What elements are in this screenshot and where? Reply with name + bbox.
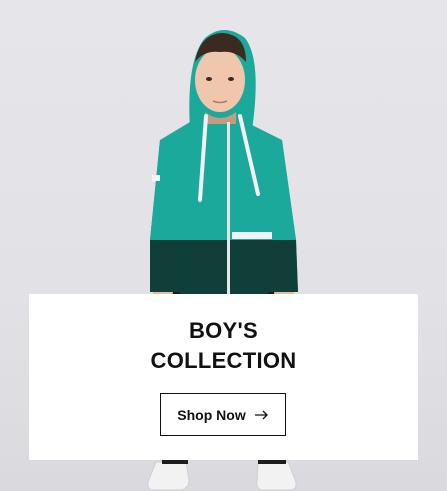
collection-title: BOY'S COLLECTION: [29, 316, 418, 376]
arrow-right-icon: [254, 410, 268, 419]
title-line-1: BOY'S: [188, 318, 259, 343]
title-line-2: COLLECTION: [150, 348, 297, 373]
collection-banner: BOY'S COLLECTION Shop Now: [0, 0, 447, 491]
shop-now-button[interactable]: Shop Now: [160, 393, 286, 436]
collection-card: BOY'S COLLECTION Shop Now: [29, 294, 418, 460]
shop-now-label: Shop Now: [177, 406, 246, 423]
